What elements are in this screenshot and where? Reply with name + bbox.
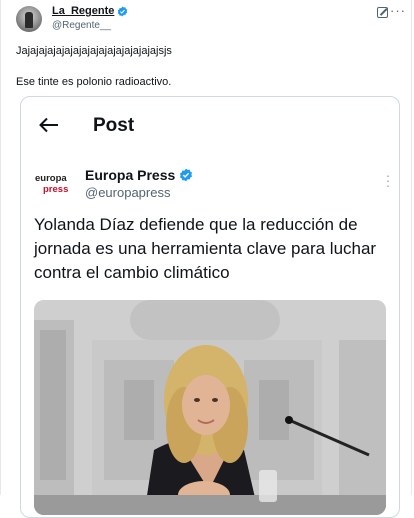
author-handle[interactable]: @Regente__ bbox=[52, 20, 111, 31]
logo-line1: europa bbox=[35, 173, 67, 184]
quoted-screenshot-card[interactable]: Post europa press Europa Press @europapr… bbox=[20, 96, 400, 518]
news-photo-illustration bbox=[34, 300, 386, 515]
tweet-header: La_Regente @Regente__ ··· bbox=[16, 4, 406, 34]
tweet-text-line2: Ese tinte es polonio radioactivo. bbox=[16, 76, 172, 88]
author-name[interactable]: La_Regente bbox=[52, 5, 114, 17]
logo-line2: press bbox=[43, 184, 69, 195]
source-handle: @europapress bbox=[85, 185, 171, 200]
news-headline: Yolanda Díaz defiende que la reducción d… bbox=[34, 215, 377, 282]
tweet-text-line1: Jajajajajajajajajajajajajajajajajsjs bbox=[16, 45, 172, 57]
europa-press-logo: europa press bbox=[35, 173, 71, 197]
back-arrow-icon bbox=[39, 117, 58, 133]
grok-icon[interactable] bbox=[377, 7, 388, 18]
more-options-icon: · · · bbox=[385, 167, 391, 193]
author-name-row[interactable]: La_Regente bbox=[52, 5, 128, 17]
source-name-row: Europa Press bbox=[85, 167, 193, 183]
author-avatar[interactable] bbox=[16, 6, 42, 32]
verified-badge-icon bbox=[118, 6, 128, 16]
news-photo bbox=[34, 300, 386, 515]
post-title: Post bbox=[93, 115, 135, 136]
post-nav-bar: Post bbox=[21, 97, 399, 155]
verified-badge-icon bbox=[180, 168, 193, 182]
source-name: Europa Press bbox=[85, 167, 176, 183]
more-options-icon[interactable]: ··· bbox=[390, 4, 406, 18]
